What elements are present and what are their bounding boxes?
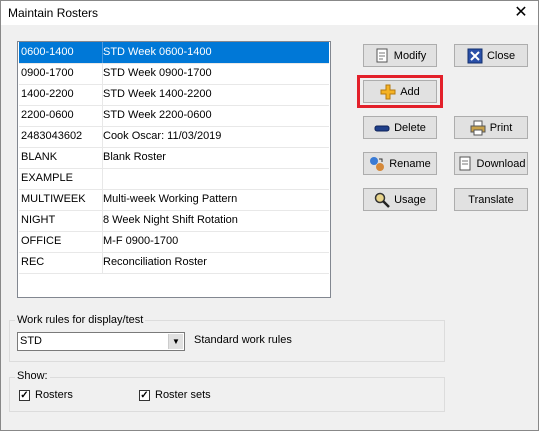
roster-code: OFFICE <box>19 231 103 252</box>
printer-icon <box>470 120 486 136</box>
roster-row[interactable]: 2483043602 Cook Oscar: 11/03/2019 <box>19 126 329 148</box>
magnifier-icon <box>374 192 390 208</box>
roster-list[interactable]: 0600-1400 STD Week 0600-1400 0900-1700 STD … <box>17 41 331 298</box>
work-rules-legend: Work rules for display/test <box>15 314 146 326</box>
rename-button[interactable]: Rename <box>363 152 437 175</box>
roster-description: STD Week 1400-2200 <box>103 88 212 100</box>
roster-description: Reconciliation Roster <box>103 256 207 268</box>
modify-button[interactable]: Modify <box>363 44 437 67</box>
roster-row[interactable]: 2200-0600 STD Week 2200-0600 <box>19 105 329 127</box>
roster-code: 2483043602 <box>19 126 103 147</box>
close-label: Close <box>486 49 516 62</box>
roster-row[interactable]: 1400-2200 STD Week 1400-2200 <box>19 84 329 106</box>
rosters-checkbox-label: Rosters <box>35 389 73 401</box>
title-bar: Maintain Rosters ✕ <box>1 1 538 25</box>
rename-icon <box>369 156 385 172</box>
roster-row[interactable]: REC Reconciliation Roster <box>19 252 329 274</box>
roster-code: 0600-1400 <box>19 42 103 63</box>
work-rules-select[interactable]: STD ▼ <box>17 332 185 351</box>
chevron-down-icon[interactable]: ▼ <box>168 334 183 349</box>
roster-row[interactable]: EXAMPLE <box>19 168 329 190</box>
delete-label: Delete <box>394 121 426 134</box>
modify-label: Modify <box>393 49 427 62</box>
usage-label: Usage <box>394 193 426 206</box>
roster-code: 0900-1700 <box>19 63 103 84</box>
roster-code: EXAMPLE <box>19 168 103 189</box>
maintain-rosters-dialog: Maintain Rosters ✕ 0600-1400 STD Week 060… <box>0 0 539 431</box>
roster-row[interactable]: NIGHT 8 Week Night Shift Rotation <box>19 210 329 232</box>
exit-icon <box>467 48 483 64</box>
roster-sets-checkbox[interactable]: ✓ <box>139 390 150 401</box>
download-label: Download <box>476 157 526 170</box>
close-window-icon[interactable]: ✕ <box>504 1 538 25</box>
roster-row[interactable]: 0900-1700 STD Week 0900-1700 <box>19 63 329 85</box>
print-label: Print <box>489 121 513 134</box>
rosters-checkbox[interactable]: ✓ <box>19 390 30 401</box>
usage-button[interactable]: Usage <box>363 188 437 211</box>
roster-description: Cook Oscar: 11/03/2019 <box>103 130 222 142</box>
delete-button[interactable]: Delete <box>363 116 437 139</box>
work-rules-value: STD <box>20 335 42 347</box>
roster-row[interactable]: OFFICE M-F 0900-1700 <box>19 231 329 253</box>
minus-icon <box>374 120 390 136</box>
roster-code: BLANK <box>19 147 103 168</box>
download-button[interactable]: Download <box>454 152 528 175</box>
roster-description: STD Week 0900-1700 <box>103 67 212 79</box>
roster-description: Blank Roster <box>103 151 166 163</box>
roster-code: 1400-2200 <box>19 84 103 105</box>
add-button-highlight <box>357 75 443 108</box>
roster-description: STD Week 0600-1400 <box>103 46 212 58</box>
roster-description: STD Week 2200-0600 <box>103 109 212 121</box>
rename-label: Rename <box>389 157 431 170</box>
roster-row[interactable]: 0600-1400 STD Week 0600-1400 <box>19 42 329 64</box>
show-legend: Show: <box>15 370 50 382</box>
roster-code: REC <box>19 252 103 273</box>
print-button[interactable]: Print <box>454 116 528 139</box>
roster-code: 2200-0600 <box>19 105 103 126</box>
close-button[interactable]: Close <box>454 44 528 67</box>
document-edit-icon <box>374 48 390 64</box>
roster-code: NIGHT <box>19 210 103 231</box>
window-title: Maintain Rosters <box>8 6 99 20</box>
document-download-icon <box>457 156 473 172</box>
translate-button[interactable]: Translate <box>454 188 528 211</box>
roster-description: Multi-week Working Pattern <box>103 193 238 205</box>
roster-sets-checkbox-label: Roster sets <box>155 389 211 401</box>
roster-description: M-F 0900-1700 <box>103 235 179 247</box>
translate-label: Translate <box>468 193 514 206</box>
roster-code: MULTIWEEK <box>19 189 103 210</box>
roster-row[interactable]: MULTIWEEK Multi-week Working Pattern <box>19 189 329 211</box>
work-rules-description: Standard work rules <box>194 334 292 346</box>
roster-row[interactable]: BLANK Blank Roster <box>19 147 329 169</box>
roster-description: 8 Week Night Shift Rotation <box>103 214 238 226</box>
show-group <box>9 377 445 412</box>
